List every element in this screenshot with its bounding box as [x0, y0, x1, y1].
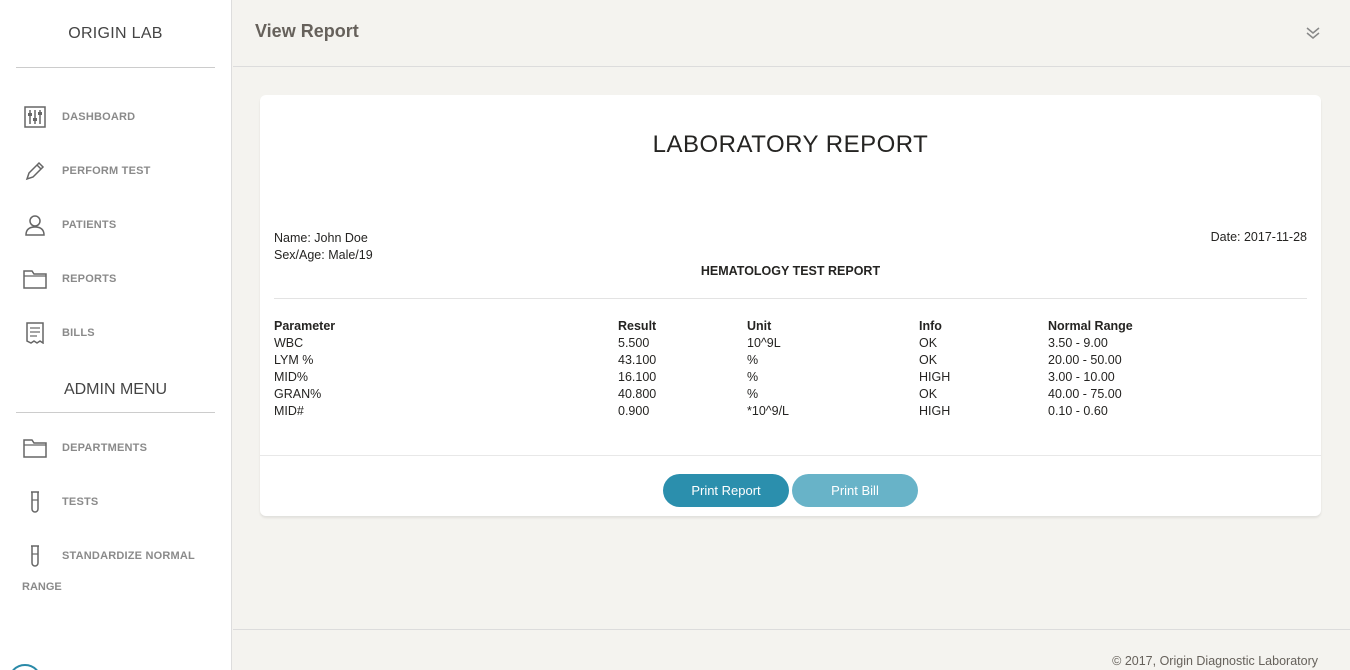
sidebar-item-reports[interactable]: REPORTS [0, 252, 231, 306]
table-row: MID% 16.100 % HIGH 3.00 - 10.00 [274, 368, 1307, 385]
cell-unit: 10^9L [747, 335, 781, 350]
test-tube-icon [22, 543, 48, 569]
user-icon [22, 212, 48, 238]
main-nav: DASHBOARD PERFORM TEST PATIENTS REPORTS … [0, 68, 231, 360]
sidebar-item-perform-test[interactable]: PERFORM TEST [0, 144, 231, 198]
divider [274, 298, 1307, 299]
admin-nav: DEPARTMENTS TESTS STANDARDIZE NORMAL RAN… [0, 413, 231, 593]
page-footer: © 2017, Origin Diagnostic Laboratory [233, 629, 1350, 670]
sidebar-item-dashboard[interactable]: DASHBOARD [0, 90, 231, 144]
cell-result: 40.800 [618, 386, 657, 401]
report-title: LABORATORY REPORT [652, 131, 929, 158]
cell-result: 16.100 [618, 369, 657, 384]
pencil-icon [22, 158, 48, 184]
cell-parameter: MID# [274, 403, 304, 418]
print-bill-button[interactable]: Print Bill [792, 474, 918, 507]
cell-normal-range: 0.10 - 0.60 [1048, 403, 1108, 418]
cell-result: 5.500 [618, 335, 650, 350]
cell-unit: % [747, 369, 759, 384]
top-navbar: View Report [233, 0, 1350, 67]
report-date: Date: 2017-11-28 [1210, 230, 1307, 244]
cell-parameter: GRAN% [274, 386, 322, 401]
avatar[interactable] [8, 664, 42, 670]
sidebar-item-patients[interactable]: PATIENTS [0, 198, 231, 252]
folder-icon [22, 266, 48, 292]
sidebar-item-label: TESTS [62, 496, 99, 508]
cell-parameter: WBC [274, 335, 304, 350]
cell-info: OK [919, 352, 938, 367]
cell-normal-range: 20.00 - 50.00 [1048, 352, 1122, 367]
sidebar: ORIGIN LAB DASHBOARD PERFORM TEST PATIEN… [0, 0, 232, 670]
table-row: MID# 0.900 *10^9/L HIGH 0.10 - 0.60 [274, 402, 1307, 419]
table-row: LYM % 43.100 % OK 20.00 - 50.00 [274, 351, 1307, 368]
sidebar-item-label: PATIENTS [62, 219, 117, 231]
sidebar-item-label: BILLS [62, 327, 95, 339]
cell-parameter: MID% [274, 369, 309, 384]
patient-sex-age: Sex/Age: Male/19 [274, 248, 373, 262]
patient-name: Name: John Doe [274, 231, 368, 245]
sidebar-item-label: PERFORM TEST [62, 165, 151, 177]
sidebar-item-tests[interactable]: TESTS [0, 475, 231, 529]
cell-normal-range: 40.00 - 75.00 [1048, 386, 1122, 401]
sidebar-item-label: STANDARDIZE NORMAL [62, 550, 195, 562]
cell-info: OK [919, 386, 938, 401]
patient-info: Name: John Doe Sex/Age: Male/19 [274, 230, 373, 264]
sidebar-item-departments[interactable]: DEPARTMENTS [0, 421, 231, 475]
cell-info: OK [919, 335, 938, 350]
sidebar-item-label: DASHBOARD [62, 111, 136, 123]
table-row: WBC 5.500 10^9L OK 3.50 - 9.00 [274, 334, 1307, 351]
copyright-text: © 2017, Origin Diagnostic Laboratory [1112, 654, 1318, 668]
table-row: GRAN% 40.800 % OK 40.00 - 75.00 [274, 385, 1307, 402]
report-card: LABORATORY REPORT Name: John Doe Sex/Age… [260, 95, 1321, 516]
column-header: Normal Range [1048, 318, 1133, 333]
sidebar-item-bills[interactable]: BILLS [0, 306, 231, 360]
sidebar-item-standardize-normal-range[interactable]: STANDARDIZE NORMAL RANGE [0, 529, 231, 593]
report-subtitle: HEMATOLOGY TEST REPORT [700, 264, 881, 278]
cell-unit: % [747, 386, 759, 401]
cell-info: HIGH [919, 369, 951, 384]
column-header: Result [618, 318, 657, 333]
cell-normal-range: 3.00 - 10.00 [1048, 369, 1115, 384]
sliders-icon [22, 104, 48, 130]
divider [260, 455, 1321, 456]
cell-info: HIGH [919, 403, 951, 418]
cell-parameter: LYM % [274, 352, 314, 367]
cell-unit: *10^9/L [747, 403, 790, 418]
cell-result: 43.100 [618, 352, 657, 367]
cell-normal-range: 3.50 - 9.00 [1048, 335, 1108, 350]
cell-result: 0.900 [618, 403, 650, 418]
test-tube-icon [22, 489, 48, 515]
column-header: Parameter [274, 318, 336, 333]
receipt-icon [22, 320, 48, 346]
print-report-button[interactable]: Print Report [663, 474, 789, 507]
double-chevron-down-icon[interactable] [1304, 24, 1322, 42]
sidebar-item-label: REPORTS [62, 273, 117, 285]
cell-unit: % [747, 352, 759, 367]
column-header: Info [919, 318, 942, 333]
results-table: Parameter Result Unit Info Normal Range … [274, 317, 1307, 419]
page-title: View Report [255, 21, 359, 41]
sidebar-item-label: DEPARTMENTS [62, 442, 148, 454]
column-header: Unit [747, 318, 772, 333]
admin-menu-title: ADMIN MENU [63, 381, 168, 398]
sidebar-item-label-wrap: RANGE [22, 581, 62, 593]
table-header-row: Parameter Result Unit Info Normal Range [274, 317, 1307, 334]
folder-icon [22, 435, 48, 461]
brand-logo[interactable]: ORIGIN LAB [0, 0, 231, 67]
